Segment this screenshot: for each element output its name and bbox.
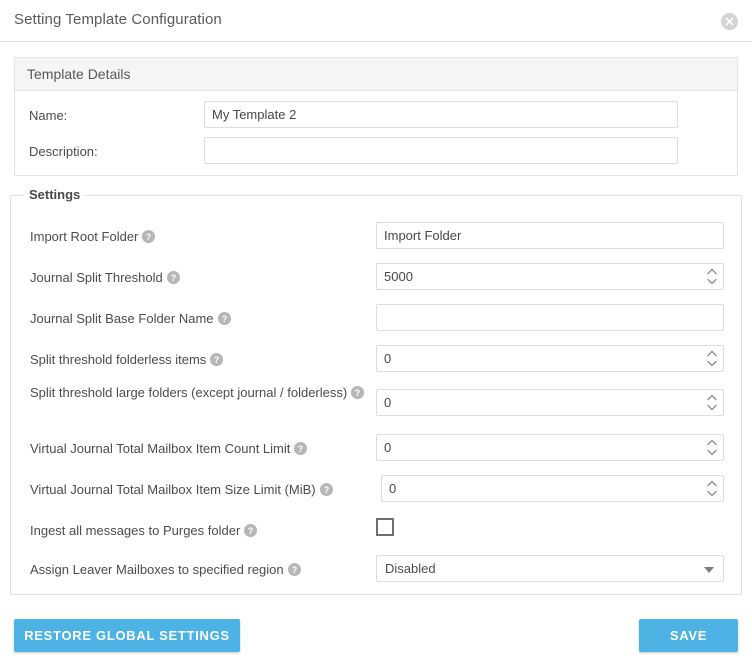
template-details-title: Template Details: [27, 66, 131, 82]
import-root-folder-field: [376, 222, 724, 249]
label-text: Split threshold large folders (except jo…: [30, 385, 348, 400]
setting-row-split-threshold-large-folders: Split threshold large folders (except jo…: [11, 382, 741, 424]
svg-text:?: ?: [221, 314, 227, 324]
name-input[interactable]: [204, 101, 678, 128]
help-icon[interactable]: ?: [142, 230, 156, 243]
journal-split-base-folder-name-field: [376, 304, 724, 331]
virtual-journal-item-size-limit-input[interactable]: [381, 475, 724, 502]
import-root-folder-label: Import Root Folder?: [30, 228, 370, 246]
field-row-name: Name:: [15, 101, 737, 133]
split-threshold-large-folders-field: [376, 389, 724, 416]
split-threshold-folderless-items-field: [376, 345, 724, 372]
setting-row-assign-leaver-mailboxes-region: Assign Leaver Mailboxes to specified reg…: [11, 555, 741, 587]
ingest-all-messages-label: Ingest all messages to Purges folder?: [30, 522, 370, 540]
help-icon[interactable]: ?: [244, 524, 258, 537]
label-text: Journal Split Base Folder Name: [30, 311, 214, 326]
setting-row-virtual-journal-item-size-limit: Virtual Journal Total Mailbox Item Size …: [11, 475, 741, 507]
virtual-journal-item-size-limit-label: Virtual Journal Total Mailbox Item Size …: [30, 481, 390, 499]
help-icon[interactable]: ?: [166, 271, 180, 284]
split-threshold-large-folders-input[interactable]: [376, 389, 724, 416]
template-details-body: Name: Description:: [15, 91, 737, 175]
label-text: Import Root Folder: [30, 229, 139, 244]
virtual-journal-item-size-limit-field: [381, 475, 724, 502]
import-root-folder-input[interactable]: [376, 222, 724, 249]
description-input[interactable]: [204, 137, 678, 164]
split-threshold-folderless-items-label: Split threshold folderless items?: [30, 351, 370, 369]
assign-leaver-mailboxes-select[interactable]: Disabled: [376, 555, 724, 582]
number-stepper[interactable]: [705, 391, 719, 414]
number-stepper[interactable]: [705, 265, 719, 288]
settings-fieldset: Settings Import Root Folder? Journal Spl…: [10, 187, 742, 595]
journal-split-threshold-field: [376, 263, 724, 290]
help-icon[interactable]: ?: [319, 483, 333, 496]
settings-body: Import Root Folder? Journal Split Thresh…: [11, 196, 741, 594]
field-row-description: Description:: [15, 137, 737, 169]
setting-row-import-root-folder: Import Root Folder?: [11, 222, 741, 254]
setting-row-split-threshold-folderless-items: Split threshold folderless items?: [11, 345, 741, 377]
label-text: Virtual Journal Total Mailbox Item Count…: [30, 441, 291, 456]
template-details-header: Template Details: [15, 58, 737, 91]
label-text: Ingest all messages to Purges folder: [30, 523, 241, 538]
close-icon[interactable]: [721, 13, 738, 30]
svg-text:?: ?: [355, 388, 361, 398]
save-button[interactable]: SAVE: [639, 619, 738, 652]
ingest-all-messages-checkbox[interactable]: [376, 518, 394, 536]
svg-text:?: ?: [291, 565, 297, 575]
svg-text:?: ?: [298, 444, 304, 454]
svg-text:?: ?: [170, 273, 176, 283]
setting-row-virtual-journal-item-count-limit: Virtual Journal Total Mailbox Item Count…: [11, 434, 741, 466]
name-label: Name:: [29, 108, 68, 123]
setting-row-journal-split-base-folder-name: Journal Split Base Folder Name?: [11, 304, 741, 336]
split-threshold-folderless-items-input[interactable]: [376, 345, 724, 372]
label-text: Split threshold folderless items: [30, 352, 207, 367]
help-icon[interactable]: ?: [351, 386, 365, 399]
svg-text:?: ?: [214, 355, 220, 365]
virtual-journal-item-count-limit-field: [376, 434, 724, 461]
svg-text:?: ?: [146, 232, 152, 242]
journal-split-threshold-input[interactable]: [376, 263, 724, 290]
journal-split-base-folder-name-label: Journal Split Base Folder Name?: [30, 310, 370, 328]
split-threshold-large-folders-label: Split threshold large folders (except jo…: [30, 384, 370, 402]
dialog-titlebar: Setting Template Configuration: [0, 0, 752, 42]
virtual-journal-item-count-limit-label: Virtual Journal Total Mailbox Item Count…: [30, 440, 375, 458]
label-text: Journal Split Threshold: [30, 270, 163, 285]
setting-template-configuration-dialog: Setting Template Configuration Template …: [0, 0, 752, 667]
label-text: Virtual Journal Total Mailbox Item Size …: [30, 482, 316, 497]
journal-split-threshold-label: Journal Split Threshold?: [30, 269, 370, 287]
assign-leaver-mailboxes-label: Assign Leaver Mailboxes to specified reg…: [30, 561, 370, 579]
setting-row-journal-split-threshold: Journal Split Threshold?: [11, 263, 741, 295]
svg-text:?: ?: [323, 485, 329, 495]
number-stepper[interactable]: [705, 477, 719, 500]
label-text: Assign Leaver Mailboxes to specified reg…: [30, 562, 284, 577]
help-icon[interactable]: ?: [294, 442, 308, 455]
number-stepper[interactable]: [705, 436, 719, 459]
help-icon[interactable]: ?: [287, 563, 301, 576]
dialog-title: Setting Template Configuration: [14, 11, 222, 28]
number-stepper[interactable]: [705, 347, 719, 370]
help-icon[interactable]: ?: [210, 353, 224, 366]
assign-leaver-mailboxes-selected-value: Disabled: [385, 561, 436, 576]
description-label: Description:: [29, 144, 98, 159]
setting-row-ingest-all-messages-to-purges: Ingest all messages to Purges folder?: [11, 516, 741, 548]
virtual-journal-item-count-limit-input[interactable]: [376, 434, 724, 461]
chevron-down-icon: [704, 567, 714, 573]
restore-global-settings-button[interactable]: RESTORE GLOBAL SETTINGS: [14, 619, 240, 652]
template-details-panel: Template Details Name: Description:: [14, 57, 738, 176]
help-icon[interactable]: ?: [217, 312, 231, 325]
journal-split-base-folder-name-input[interactable]: [376, 304, 724, 331]
svg-text:?: ?: [248, 526, 254, 536]
